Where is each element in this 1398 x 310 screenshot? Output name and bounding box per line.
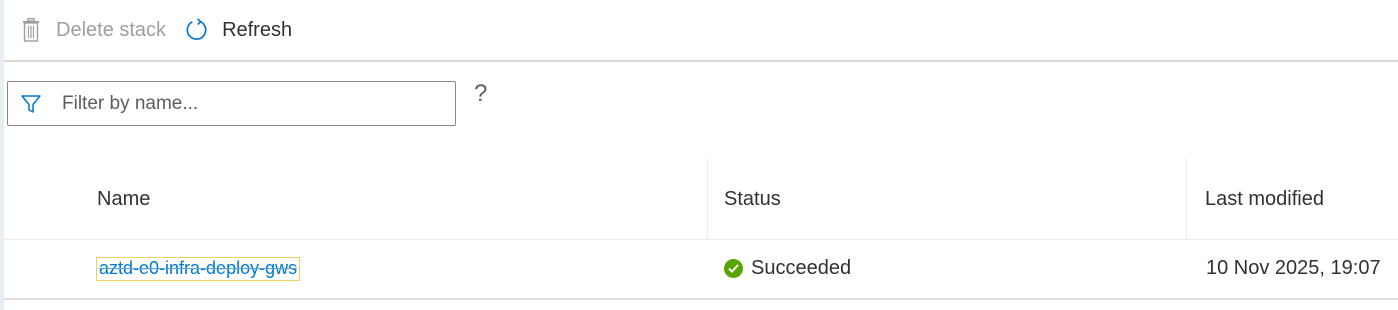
column-header-status[interactable]: Status bbox=[724, 188, 781, 211]
help-icon[interactable]: ? bbox=[474, 80, 487, 108]
filter-box[interactable] bbox=[7, 81, 456, 126]
status-cell: Succeeded bbox=[724, 257, 851, 280]
table-row[interactable]: aztd-e0-infra-deploy-gws Succeeded 10 No… bbox=[4, 240, 1398, 300]
last-modified-cell: 10 Nov 2025, 19:07 bbox=[1206, 257, 1381, 279]
column-divider[interactable] bbox=[1186, 158, 1187, 240]
refresh-label: Refresh bbox=[222, 18, 293, 41]
stack-name-link[interactable]: aztd-e0-infra-deploy-gws bbox=[96, 257, 301, 281]
filter-by-name-input[interactable] bbox=[62, 92, 422, 115]
toolbar-divider bbox=[4, 60, 1398, 62]
delete-stack-label: Delete stack bbox=[56, 18, 167, 41]
status-text: Succeeded bbox=[751, 257, 852, 279]
trash-icon bbox=[20, 17, 42, 43]
refresh-button[interactable]: Refresh bbox=[186, 10, 304, 50]
column-header-last-modified[interactable]: Last modified bbox=[1205, 188, 1324, 211]
table-header: Name Status Last modified bbox=[4, 158, 1398, 240]
delete-stack-button[interactable]: Delete stack bbox=[20, 10, 178, 50]
refresh-icon bbox=[186, 17, 208, 43]
column-header-name[interactable]: Name bbox=[97, 188, 150, 211]
column-divider[interactable] bbox=[707, 158, 708, 240]
toolbar: Delete stack Refresh bbox=[0, 0, 1398, 60]
name-cell: aztd-e0-infra-deploy-gws bbox=[96, 257, 301, 281]
stacks-table: Name Status Last modified aztd-e0-infra-… bbox=[4, 158, 1398, 300]
filter-icon bbox=[20, 93, 42, 115]
success-check-icon bbox=[724, 259, 743, 278]
